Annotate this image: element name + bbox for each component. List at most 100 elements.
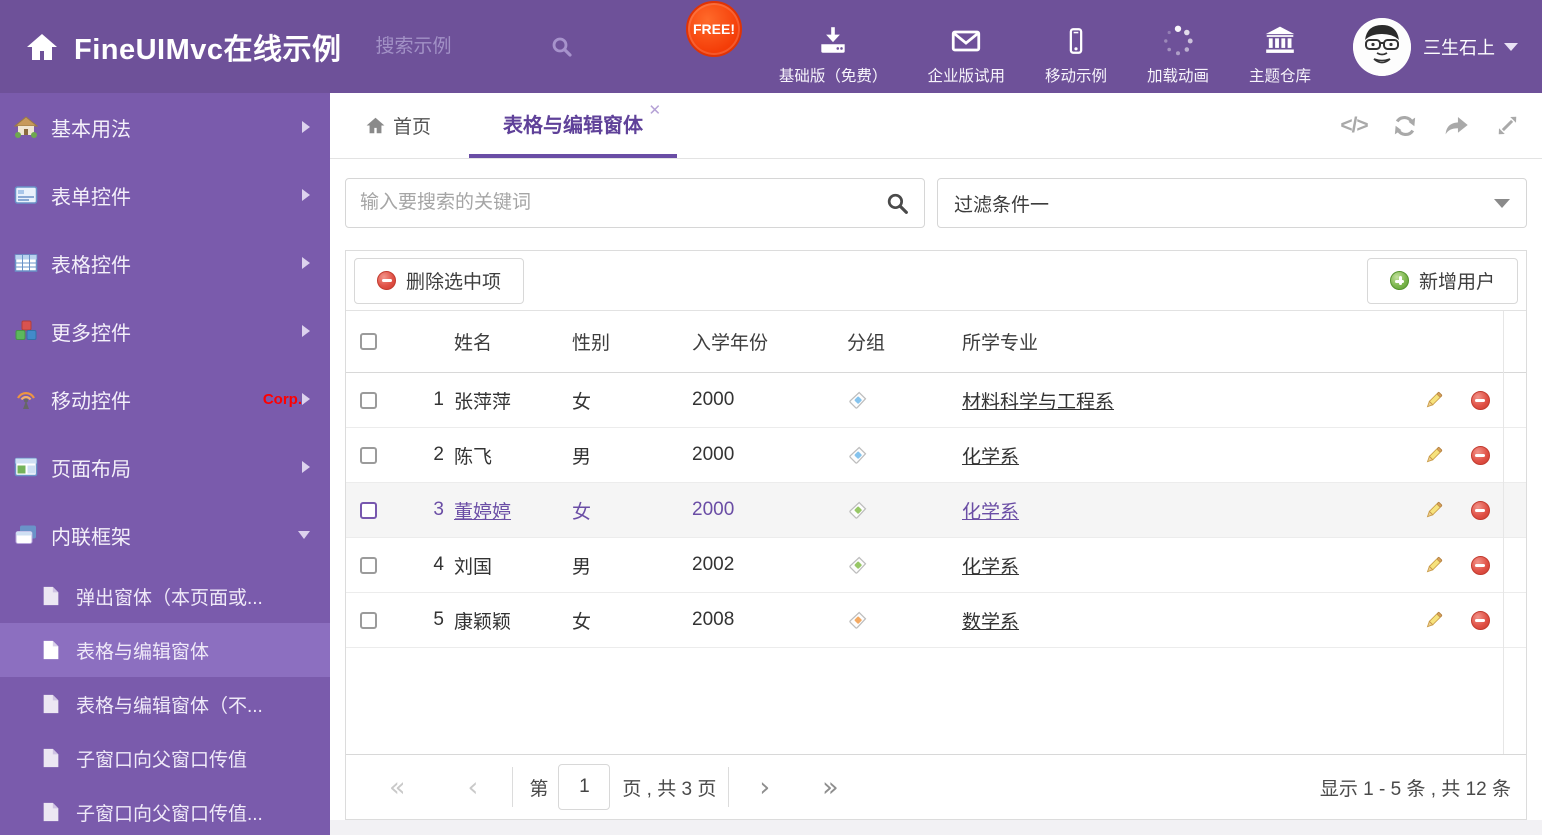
refresh-icon[interactable] (1392, 113, 1418, 139)
app-title: FineUIMvc在线示例 (74, 33, 342, 66)
chevron-down-icon (1504, 42, 1518, 51)
row-checkbox[interactable] (360, 446, 377, 464)
home-logo-icon[interactable] (26, 31, 58, 63)
major-link[interactable]: 数学系 (962, 607, 1019, 634)
prev-page-icon[interactable]: ‹ (468, 774, 479, 801)
sidebar-subitem-grid-edit-window-2[interactable]: 表格与编辑窗体（不... (0, 677, 330, 731)
edit-pencil-icon[interactable] (1423, 390, 1444, 411)
next-page-icon[interactable]: › (759, 774, 770, 801)
mobile-icon (1061, 22, 1091, 60)
tab-grid-edit-window[interactable]: 表格与编辑窗体 ✕ (469, 93, 678, 158)
column-header-gender[interactable]: 性别 (562, 328, 682, 355)
sidebar-item-form-controls[interactable]: 表单控件 (0, 161, 330, 229)
delete-row-icon[interactable] (1470, 500, 1490, 520)
file-icon (43, 748, 59, 768)
table-row[interactable]: 5 康颖颖 女 2008 数学系 (346, 593, 1526, 648)
row-checkbox[interactable] (360, 611, 377, 629)
divider (728, 767, 730, 807)
main-area: 首页 表格与编辑窗体 ✕ </> 输入要搜索的关键词 过滤条件一 删除选中项 新… (330, 93, 1542, 835)
expand-icon[interactable] (1494, 113, 1520, 139)
nav-item-mobile-demo[interactable]: 移动示例 (1029, 22, 1123, 86)
sidebar-subitem-label: 弹出窗体（本页面或... (76, 587, 263, 609)
nav-item-enterprise-trial[interactable]: 企业版试用 (911, 22, 1021, 86)
sidebar-item-more-controls[interactable]: 更多控件 (0, 297, 330, 365)
chevron-right-icon (302, 461, 310, 473)
nav-label: 移动示例 (1044, 67, 1107, 85)
sidebar-subitem-child-to-parent-2[interactable]: 子窗口向父窗口传值... (0, 785, 330, 835)
file-icon (43, 586, 59, 606)
last-page-icon[interactable]: » (822, 774, 839, 801)
source-code-icon[interactable]: </> (1340, 113, 1368, 139)
page-label-suffix: 页 , 共 3 页 (622, 778, 717, 800)
sidebar-subitem-grid-edit-window[interactable]: 表格与编辑窗体 (0, 623, 330, 677)
top-search-box[interactable] (375, 35, 574, 59)
column-header-year[interactable]: 入学年份 (682, 328, 837, 355)
sidebar-item-basic-usage[interactable]: 基本用法 (0, 93, 330, 161)
major-link[interactable]: 材料科学与工程系 (962, 387, 1114, 414)
column-header-name[interactable]: 姓名 (444, 328, 562, 355)
delete-selected-button[interactable]: 删除选中项 (354, 257, 525, 304)
nav-item-loading-animation[interactable]: 加载动画 (1131, 22, 1225, 86)
table-row[interactable]: 1 张萍萍 女 2000 材料科学与工程系 (346, 373, 1526, 428)
share-icon[interactable] (1443, 113, 1469, 139)
edit-pencil-icon[interactable] (1423, 610, 1444, 631)
delete-row-icon[interactable] (1470, 555, 1490, 575)
sidebar-item-page-layout[interactable]: 页面布局 (0, 433, 330, 501)
app-window: FineUIMvc在线示例 FREE! 基础版（免费） (0, 0, 1542, 835)
row-number: 3 (433, 499, 444, 520)
table-row[interactable]: 2 陈飞 男 2000 化学系 (346, 428, 1526, 483)
first-page-icon[interactable]: « (389, 774, 406, 801)
enroll-year: 2008 (692, 609, 735, 630)
sidebar-subitem-child-to-parent[interactable]: 子窗口向父窗口传值 (0, 731, 330, 785)
keyword-search-box[interactable] (345, 178, 925, 228)
sidebar-subitem-popup-window[interactable]: 弹出窗体（本页面或... (0, 569, 330, 623)
sidebar-item-grid-controls[interactable]: 表格控件 (0, 229, 330, 297)
tab-home[interactable]: 首页 (350, 93, 447, 158)
tab-label: 表格与编辑窗体 (503, 115, 644, 137)
grid-body: 姓名 性别 入学年份 分组 所学专业 1 张萍萍 女 2000 材料科学与工程系… (346, 311, 1526, 754)
sidebar: 基本用法 表单控件 表格控件 更多控件 移动控件 Corp. 页面布局 内联框架… (0, 93, 330, 835)
row-number: 1 (433, 389, 444, 410)
avatar (1353, 17, 1411, 76)
user-menu[interactable]: 三生石上 (1353, 17, 1542, 76)
row-checkbox[interactable] (360, 556, 377, 574)
nav-label: 企业版试用 (927, 67, 1005, 85)
search-icon[interactable] (885, 191, 910, 216)
top-search-input[interactable] (375, 35, 516, 58)
nav-item-theme-store[interactable]: 主题仓库 (1233, 22, 1327, 86)
page-number-input[interactable] (558, 764, 611, 810)
sidebar-item-label: 表单控件 (51, 186, 131, 209)
cubes-icon (15, 320, 37, 340)
edit-pencil-icon[interactable] (1423, 445, 1444, 466)
column-header-group[interactable]: 分组 (837, 328, 952, 355)
search-icon[interactable] (550, 35, 574, 59)
select-all-checkbox[interactable] (360, 333, 377, 350)
layout-icon (14, 457, 38, 477)
corp-badge: Corp. (262, 390, 302, 408)
chevron-right-icon (302, 257, 310, 269)
major-link[interactable]: 化学系 (962, 497, 1019, 524)
major-link[interactable]: 化学系 (962, 552, 1019, 579)
add-user-label: 新增用户 (1418, 272, 1495, 293)
filter-dropdown[interactable]: 过滤条件一 (937, 178, 1527, 228)
nav-item-basic-edition[interactable]: 基础版（免费） (763, 22, 904, 86)
spinner-icon (1161, 22, 1195, 60)
sidebar-item-inline-frame[interactable]: 内联框架 (0, 501, 330, 569)
user-name: 三生石上 (1423, 37, 1495, 58)
close-icon[interactable]: ✕ (648, 103, 661, 118)
row-checkbox[interactable] (360, 501, 377, 519)
row-checkbox[interactable] (360, 391, 377, 409)
student-gender: 男 (572, 446, 592, 468)
sidebar-item-mobile-controls[interactable]: 移动控件 Corp. (0, 365, 330, 433)
delete-row-icon[interactable] (1470, 445, 1490, 465)
table-row-selected[interactable]: 3 董婷婷 女 2000 化学系 (346, 483, 1526, 538)
delete-row-icon[interactable] (1470, 610, 1490, 630)
keyword-search-input[interactable] (360, 192, 885, 214)
add-user-button[interactable]: 新增用户 (1366, 257, 1518, 304)
edit-pencil-icon[interactable] (1423, 500, 1444, 521)
table-row[interactable]: 4 刘国 男 2002 化学系 (346, 538, 1526, 593)
edit-pencil-icon[interactable] (1423, 555, 1444, 576)
column-header-major[interactable]: 所学专业 (952, 328, 1410, 355)
delete-row-icon[interactable] (1470, 390, 1490, 410)
major-link[interactable]: 化学系 (962, 442, 1019, 469)
